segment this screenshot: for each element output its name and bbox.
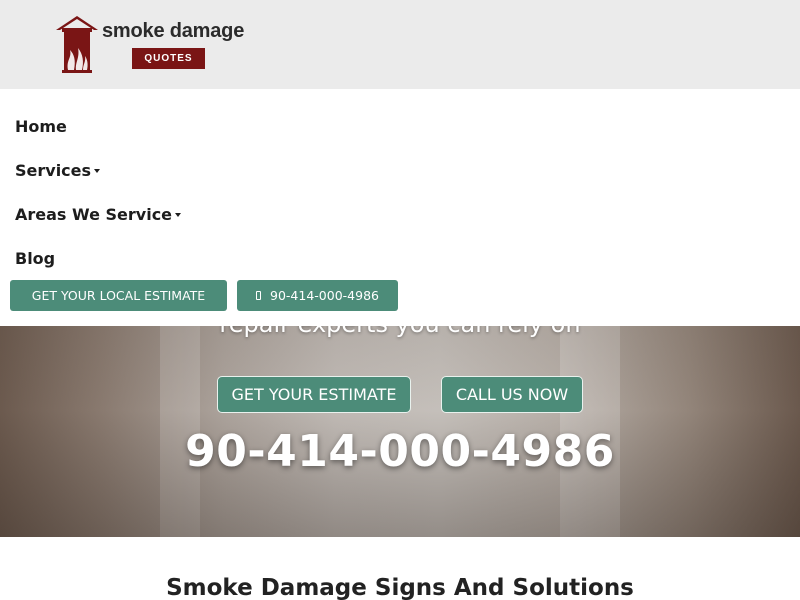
hero-phone-number[interactable]: 90-414-000-4986 xyxy=(0,426,800,477)
nav-item-home[interactable]: Home xyxy=(15,117,67,136)
nav-item-label: Services xyxy=(15,161,92,180)
logo-wordmark: smoke damage xyxy=(102,20,245,42)
hero-estimate-button[interactable]: GET YOUR ESTIMATE xyxy=(217,376,411,413)
nav-item-areas[interactable]: Areas We Service xyxy=(15,205,182,224)
section-title: Smoke Damage Signs And Solutions xyxy=(166,575,634,600)
nav-item-label: Areas We Service xyxy=(15,205,173,224)
mobile-nav-menu: Home Services Areas We Service Blog GET … xyxy=(0,89,800,326)
nav-item-label: Blog xyxy=(15,249,56,268)
logo-badge: QUOTES xyxy=(132,48,205,69)
nav-item-label: Home xyxy=(15,117,67,136)
nav-phone-button[interactable]: 90-414-000-4986 xyxy=(237,280,398,311)
nav-estimate-button[interactable]: GET YOUR LOCAL ESTIMATE xyxy=(10,280,227,311)
site-logo[interactable]: smoke damage QUOTES xyxy=(54,14,244,74)
site-header: smoke damage QUOTES xyxy=(0,0,800,89)
hero-tagline: repair experts you can rely on xyxy=(0,326,800,338)
caret-down-icon xyxy=(94,169,101,173)
phone-icon xyxy=(256,291,262,300)
hero-section: repair experts you can rely on GET YOUR … xyxy=(0,326,800,537)
nav-item-blog[interactable]: Blog xyxy=(15,249,55,268)
nav-phone-label: 90-414-000-4986 xyxy=(270,288,379,303)
hero-call-button[interactable]: CALL US NOW xyxy=(441,376,583,413)
caret-down-icon xyxy=(175,213,182,217)
nav-item-services[interactable]: Services xyxy=(15,161,101,180)
house-flame-icon xyxy=(56,16,98,73)
